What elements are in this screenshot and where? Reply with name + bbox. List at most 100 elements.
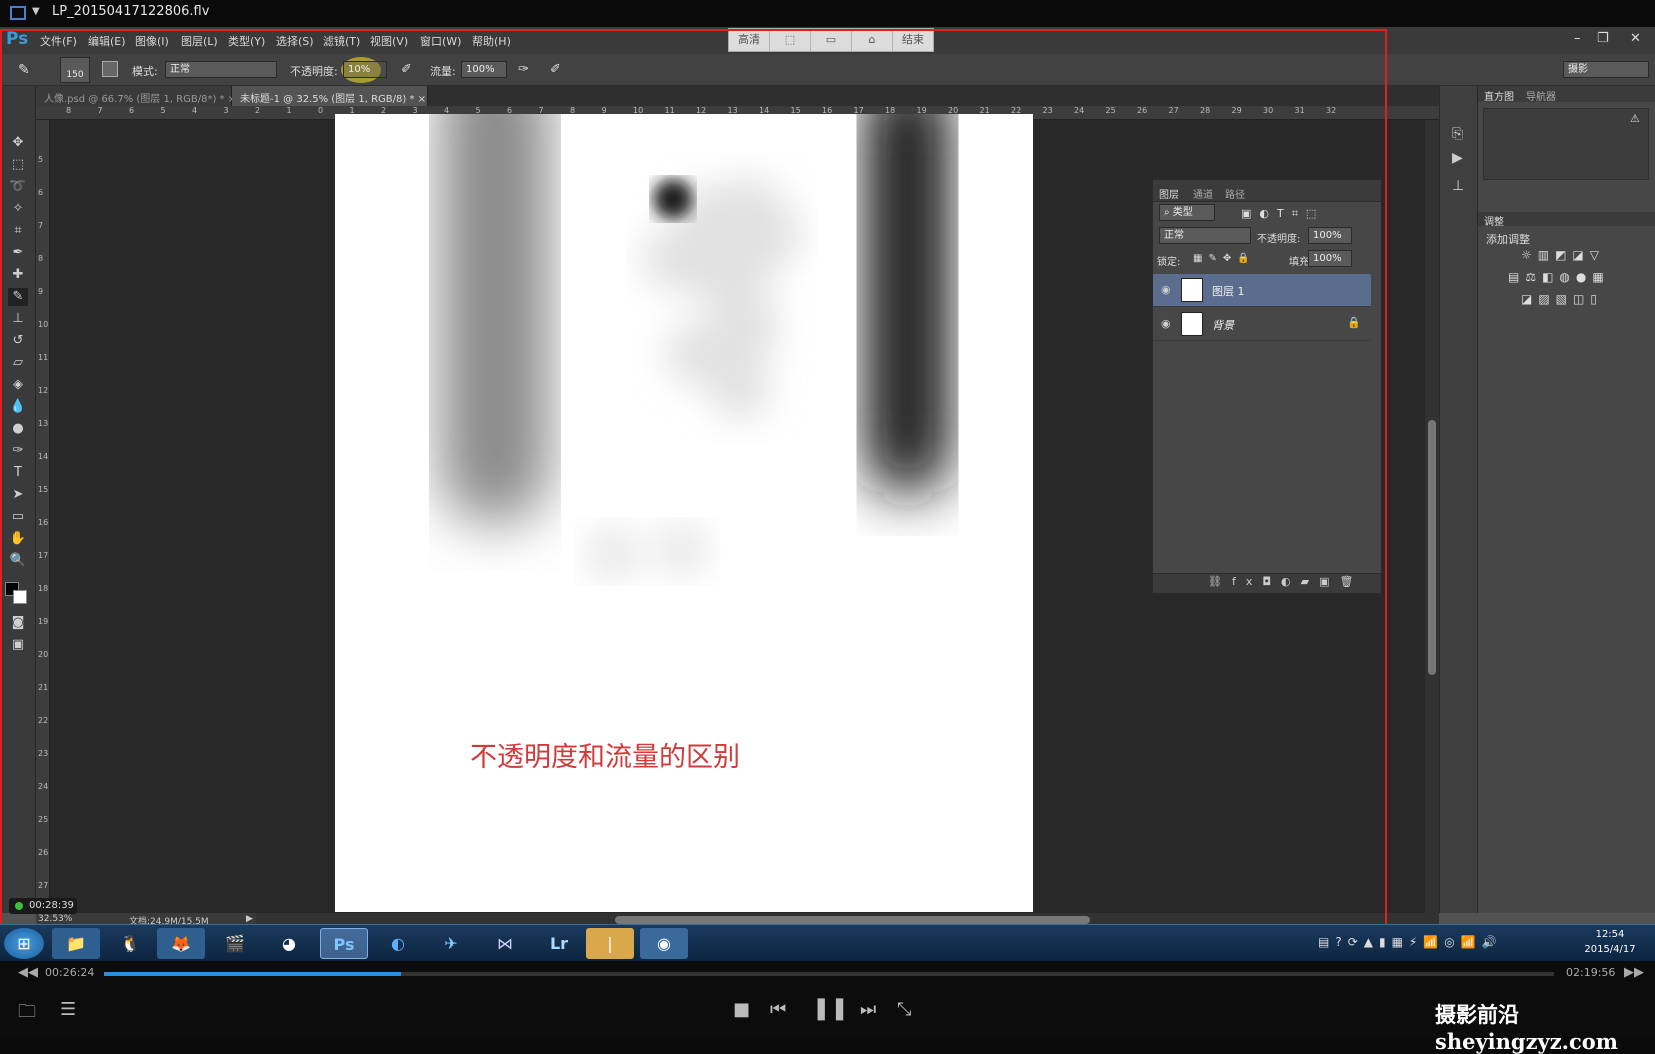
tab-untitled[interactable]: 未标题-1 @ 32.5% (图层 1, RGB/8) * × — [232, 86, 428, 106]
qq-icon[interactable]: 🐧 — [106, 928, 154, 959]
quick-select-tool-icon[interactable]: ✧ — [8, 200, 28, 218]
close-icon[interactable]: ✕ — [1630, 31, 1641, 46]
tab-adjustments[interactable]: 调整 — [1484, 213, 1504, 228]
mode-select[interactable]: 正常 — [165, 61, 277, 78]
layer-row[interactable]: ◉ 背景 🔒 — [1153, 308, 1371, 341]
pen-tool-icon[interactable]: ✑ — [8, 442, 28, 460]
fullscreen-icon[interactable]: ⤡ — [897, 999, 911, 1020]
eraser-tool-icon[interactable]: ▱ — [8, 354, 28, 372]
menu-image[interactable]: 图像(I) — [135, 33, 169, 49]
restore-icon[interactable]: ❐ — [1597, 31, 1609, 46]
hand-tool-icon[interactable]: ✋ — [8, 530, 28, 548]
layer-filter-select[interactable]: ⌕ 类型 — [1159, 204, 1215, 221]
menu-view[interactable]: 视图(V) — [370, 33, 408, 49]
pause-icon[interactable]: ❚❚ — [812, 996, 849, 1021]
hd-button[interactable]: 高清 — [729, 29, 770, 51]
visibility-eye-icon[interactable]: ◉ — [1161, 317, 1171, 330]
firefox-icon[interactable]: ◉ — [640, 928, 688, 959]
menu-type[interactable]: 类型(Y) — [228, 33, 265, 49]
screen-mode-icon[interactable]: ▣ — [8, 636, 28, 654]
end-button[interactable]: 结束 — [893, 29, 933, 51]
workspace-select[interactable]: 摄影 — [1563, 61, 1649, 78]
minimize-icon[interactable]: – — [1574, 31, 1581, 46]
menu-window[interactable]: 窗口(W) — [420, 33, 461, 49]
healing-tool-icon[interactable]: ✚ — [8, 266, 28, 284]
clapper-icon[interactable]: 🎬 — [211, 928, 259, 959]
layer-row[interactable]: ◉ 图层 1 — [1153, 274, 1371, 307]
shape-tool-icon[interactable]: ▭ — [8, 508, 28, 526]
vs-icon[interactable]: ⋈ — [481, 928, 529, 959]
region-select-icon[interactable]: ⬚ — [770, 29, 811, 51]
adjustment-icons-row3[interactable]: ◪▨▧◫▯ — [1521, 292, 1603, 306]
lightroom-icon[interactable]: Lr — [535, 928, 583, 959]
clone-source-icon[interactable]: ⊥ — [1452, 178, 1464, 194]
path-select-tool-icon[interactable]: ➤ — [8, 486, 28, 504]
layer-filter-icons[interactable]: ▣◐T⌗⬚ — [1241, 207, 1324, 221]
visibility-eye-icon[interactable]: ◉ — [1161, 283, 1171, 296]
menu-help[interactable]: 帮助(H) — [472, 33, 511, 49]
tab-navigator[interactable]: 导航器 — [1526, 88, 1556, 103]
home-icon[interactable]: ⌂ — [852, 29, 893, 51]
pressure-size-icon[interactable]: ✐ — [550, 62, 561, 77]
stop-icon[interactable]: ■ — [733, 999, 750, 1020]
explorer-icon[interactable]: 📁 — [52, 928, 100, 959]
lasso-tool-icon[interactable]: ➰ — [8, 178, 28, 196]
history-brush-tool-icon[interactable]: ↺ — [8, 332, 28, 350]
history-icon[interactable]: ⎘ — [1452, 126, 1463, 142]
brush-tool-icon[interactable]: ✎ — [18, 62, 30, 78]
marquee-tool-icon[interactable]: ⬚ — [8, 156, 28, 174]
eyedropper-tool-icon[interactable]: ✒ — [8, 244, 28, 262]
tab-histogram[interactable]: 直方图 — [1484, 88, 1514, 103]
tab-portrait[interactable]: 人像.psd @ 66.7% (图层 1, RGB/8*) * × — [36, 86, 236, 106]
menu-edit[interactable]: 编辑(E) — [88, 33, 126, 49]
settings-icon[interactable]: ☰ — [60, 999, 76, 1020]
brush-panel-icon[interactable] — [102, 61, 118, 77]
playlist-icon[interactable]: 🗀 — [18, 999, 36, 1029]
horizontal-scroll-thumb[interactable] — [615, 916, 1090, 924]
paint-bucket-tool-icon[interactable]: ◈ — [8, 376, 28, 394]
move-tool-icon[interactable]: ✥ — [8, 134, 28, 152]
menu-filter[interactable]: 滤镜(T) — [323, 33, 360, 49]
menu-file[interactable]: 文件(F) — [40, 33, 77, 49]
menu-select[interactable]: 选择(S) — [276, 33, 314, 49]
document-canvas[interactable]: 不透明度和流量的区别 — [335, 114, 1033, 912]
player-logo-icon[interactable] — [10, 6, 26, 20]
adjustment-icons-row2[interactable]: ▤⚖◧◍●▦ — [1508, 270, 1610, 284]
tab-paths[interactable]: 路径 — [1225, 186, 1245, 201]
forward-icon[interactable]: ▶▶ — [1624, 965, 1644, 980]
status-arrow-icon[interactable]: ▶ — [246, 914, 253, 924]
tab-channels[interactable]: 通道 — [1193, 186, 1213, 201]
bird-app-icon[interactable]: ✈ — [427, 928, 475, 959]
brush-size-picker[interactable]: 150 — [60, 57, 90, 83]
chrome-icon[interactable]: ◕ — [265, 928, 313, 959]
tab-layers[interactable]: 图层 — [1159, 186, 1179, 201]
dodge-tool-icon[interactable]: ● — [8, 420, 28, 438]
stamp-tool-icon[interactable]: ⊥ — [8, 310, 28, 328]
blend-mode-select[interactable]: 正常 — [1159, 227, 1251, 244]
pressure-opacity-icon[interactable]: ✐ — [401, 62, 412, 77]
previous-icon[interactable]: ⏮ — [770, 999, 786, 1020]
photoshop-taskbar-icon[interactable]: Ps — [320, 928, 368, 959]
layer-actions-icons[interactable]: ⛓fx◘◐▰▣🗑 — [1208, 575, 1363, 588]
adjustment-icons-row1[interactable]: ☼▥◩◪▽ — [1521, 248, 1605, 262]
zoom-tool-icon[interactable]: 🔍 — [8, 552, 28, 570]
actions-play-icon[interactable]: ▶ — [1452, 150, 1463, 166]
blur-tool-icon[interactable]: 💧 — [8, 398, 28, 416]
browser-icon[interactable]: ◐ — [374, 928, 422, 959]
crop-tool-icon[interactable]: ⌗ — [8, 222, 28, 240]
progress-track[interactable] — [104, 972, 1554, 976]
next-icon[interactable]: ⏭ — [860, 999, 876, 1020]
system-tray-icons[interactable]: ▤?⟳▲▮▦⚡📶◎📶🔊 — [1318, 935, 1503, 949]
window-icon[interactable]: ▭ — [811, 29, 852, 51]
lock-icons[interactable]: ▦✎✥🔒 — [1193, 253, 1256, 264]
opacity-input[interactable]: 10% — [343, 61, 387, 78]
brush-tool-icon-selected[interactable]: ✎ — [8, 288, 28, 306]
player-menu-caret-icon[interactable]: ▼ — [32, 6, 40, 17]
type-tool-icon[interactable]: T — [8, 464, 28, 482]
quick-mask-icon[interactable]: ◙ — [8, 614, 28, 632]
background-color-swatch[interactable] — [13, 590, 27, 604]
warning-icon[interactable]: ⚠ — [1630, 112, 1640, 125]
notes-app-icon[interactable]: ❘ — [586, 928, 634, 959]
vertical-scroll-thumb[interactable] — [1428, 420, 1436, 675]
flow-input[interactable]: 100% — [461, 61, 507, 78]
